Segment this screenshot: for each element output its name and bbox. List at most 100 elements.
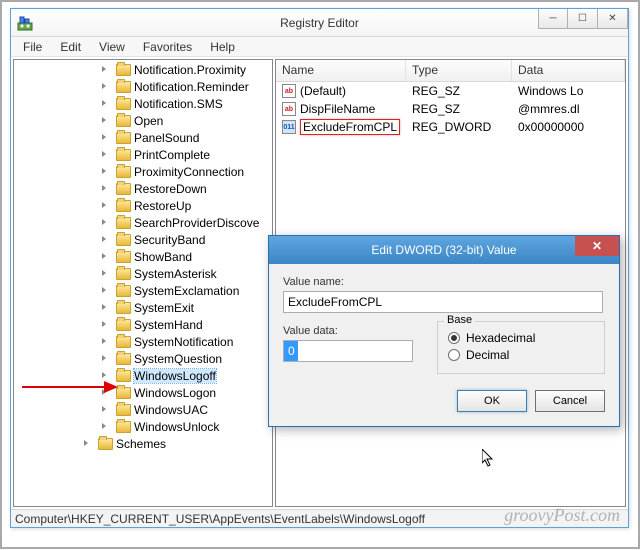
ok-button[interactable]: OK bbox=[457, 390, 527, 412]
dialog-close-button[interactable]: ✕ bbox=[575, 236, 619, 256]
tree-item[interactable]: SystemNotification bbox=[14, 333, 272, 350]
menu-edit[interactable]: Edit bbox=[52, 38, 89, 56]
expander-icon[interactable] bbox=[102, 185, 106, 191]
list-row[interactable]: ab DispFileName REG_SZ@mmres.dl bbox=[276, 100, 625, 118]
maximize-button[interactable]: ☐ bbox=[568, 9, 598, 29]
tree-item[interactable]: Notification.Proximity bbox=[14, 61, 272, 78]
menu-help[interactable]: Help bbox=[202, 38, 243, 56]
value-type: REG_SZ bbox=[406, 102, 512, 116]
statusbar: Computer\HKEY_CURRENT_USER\AppEvents\Eve… bbox=[11, 509, 628, 527]
value-data: @mmres.dl bbox=[512, 102, 625, 116]
menu-view[interactable]: View bbox=[91, 38, 133, 56]
tree-item[interactable]: RestoreDown bbox=[14, 180, 272, 197]
tree-item[interactable]: PanelSound bbox=[14, 129, 272, 146]
value-name: DispFileName bbox=[300, 102, 375, 116]
col-data[interactable]: Data bbox=[512, 60, 625, 81]
tree-item[interactable]: PrintComplete bbox=[14, 146, 272, 163]
tree-item[interactable]: WindowsUnlock bbox=[14, 418, 272, 435]
folder-icon bbox=[116, 183, 131, 195]
tree-item-label: SystemExit bbox=[134, 301, 194, 315]
folder-icon bbox=[116, 166, 131, 178]
folder-icon bbox=[116, 353, 131, 365]
tree-item[interactable]: SystemAsterisk bbox=[14, 265, 272, 282]
expander-icon[interactable] bbox=[102, 236, 106, 242]
tree-item[interactable]: Schemes bbox=[14, 435, 272, 452]
value-name-input[interactable] bbox=[283, 291, 603, 313]
expander-icon[interactable] bbox=[102, 304, 106, 310]
minimize-button[interactable]: ─ bbox=[538, 9, 568, 29]
tree-item-label: SystemAsterisk bbox=[134, 267, 217, 281]
folder-icon bbox=[116, 115, 131, 127]
tree-item[interactable]: Open bbox=[14, 112, 272, 129]
folder-icon bbox=[116, 200, 131, 212]
expander-icon[interactable] bbox=[84, 440, 88, 446]
tree-item[interactable]: ProximityConnection bbox=[14, 163, 272, 180]
expander-icon[interactable] bbox=[102, 202, 106, 208]
tree-item[interactable]: SystemExclamation bbox=[14, 282, 272, 299]
edit-dword-dialog[interactable]: Edit DWORD (32-bit) Value ✕ Value name: … bbox=[268, 235, 620, 427]
list-row[interactable]: 011ExcludeFromCPLREG_DWORD0x00000000 bbox=[276, 118, 625, 136]
folder-icon bbox=[116, 370, 131, 382]
value-name-label: Value name: bbox=[283, 276, 605, 288]
value-data-input[interactable] bbox=[283, 340, 413, 362]
tree-item[interactable]: SystemExit bbox=[14, 299, 272, 316]
tree-item-label: Notification.SMS bbox=[134, 97, 223, 111]
tree-pane[interactable]: Notification.ProximityNotification.Remin… bbox=[13, 59, 273, 507]
expander-icon[interactable] bbox=[102, 389, 106, 395]
tree-item[interactable]: SystemHand bbox=[14, 316, 272, 333]
expander-icon[interactable] bbox=[102, 219, 106, 225]
expander-icon[interactable] bbox=[102, 321, 106, 327]
tree-item[interactable]: WindowsUAC bbox=[14, 401, 272, 418]
value-name: ExcludeFromCPL bbox=[300, 119, 400, 135]
expander-icon[interactable] bbox=[102, 117, 106, 123]
expander-icon[interactable] bbox=[102, 287, 106, 293]
expander-icon[interactable] bbox=[102, 134, 106, 140]
tree-item-label: RestoreUp bbox=[134, 199, 191, 213]
tree-item-label: Schemes bbox=[116, 437, 166, 451]
radio-hex-dot[interactable] bbox=[448, 332, 460, 344]
folder-icon bbox=[116, 285, 131, 297]
menu-file[interactable]: File bbox=[15, 38, 50, 56]
titlebar[interactable]: Registry Editor ─ ☐ ✕ bbox=[11, 9, 628, 37]
tree-item[interactable]: SecurityBand bbox=[14, 231, 272, 248]
expander-icon[interactable] bbox=[102, 151, 106, 157]
tree-item[interactable]: Notification.SMS bbox=[14, 95, 272, 112]
menu-favorites[interactable]: Favorites bbox=[135, 38, 200, 56]
col-name[interactable]: Name bbox=[276, 60, 406, 81]
tree-item-label: SearchProviderDiscove bbox=[134, 216, 259, 230]
tree-item[interactable]: ShowBand bbox=[14, 248, 272, 265]
expander-icon[interactable] bbox=[102, 338, 106, 344]
expander-icon[interactable] bbox=[102, 66, 106, 72]
expander-icon[interactable] bbox=[102, 406, 106, 412]
dialog-titlebar[interactable]: Edit DWORD (32-bit) Value ✕ bbox=[269, 236, 619, 264]
expander-icon[interactable] bbox=[102, 83, 106, 89]
tree-item-label: SystemExclamation bbox=[134, 284, 239, 298]
close-button[interactable]: ✕ bbox=[598, 9, 628, 29]
expander-icon[interactable] bbox=[102, 100, 106, 106]
tree-item-label: ProximityConnection bbox=[134, 165, 244, 179]
expander-icon[interactable] bbox=[102, 372, 106, 378]
tree-item[interactable]: SearchProviderDiscove bbox=[14, 214, 272, 231]
list-row[interactable]: ab(Default)REG_SZWindows Lo bbox=[276, 82, 625, 100]
expander-icon[interactable] bbox=[102, 355, 106, 361]
folder-icon bbox=[116, 387, 131, 399]
tree-item[interactable]: WindowsLogon bbox=[14, 384, 272, 401]
base-fieldset: Base Hexadecimal Decimal bbox=[437, 321, 605, 374]
folder-icon bbox=[116, 98, 131, 110]
col-type[interactable]: Type bbox=[406, 60, 512, 81]
expander-icon[interactable] bbox=[102, 270, 106, 276]
tree-item-label: SystemNotification bbox=[134, 335, 233, 349]
tree-item[interactable]: Notification.Reminder bbox=[14, 78, 272, 95]
expander-icon[interactable] bbox=[102, 423, 106, 429]
string-value-icon: ab bbox=[282, 102, 296, 116]
tree-item[interactable]: WindowsLogoff bbox=[14, 367, 272, 384]
radio-hex[interactable]: Hexadecimal bbox=[448, 331, 594, 345]
radio-dec[interactable]: Decimal bbox=[448, 348, 594, 362]
expander-icon[interactable] bbox=[102, 168, 106, 174]
cancel-button[interactable]: Cancel bbox=[535, 390, 605, 412]
tree-item[interactable]: RestoreUp bbox=[14, 197, 272, 214]
tree-item[interactable]: SystemQuestion bbox=[14, 350, 272, 367]
value-data: 0x00000000 bbox=[512, 120, 625, 134]
radio-dec-dot[interactable] bbox=[448, 349, 460, 361]
expander-icon[interactable] bbox=[102, 253, 106, 259]
